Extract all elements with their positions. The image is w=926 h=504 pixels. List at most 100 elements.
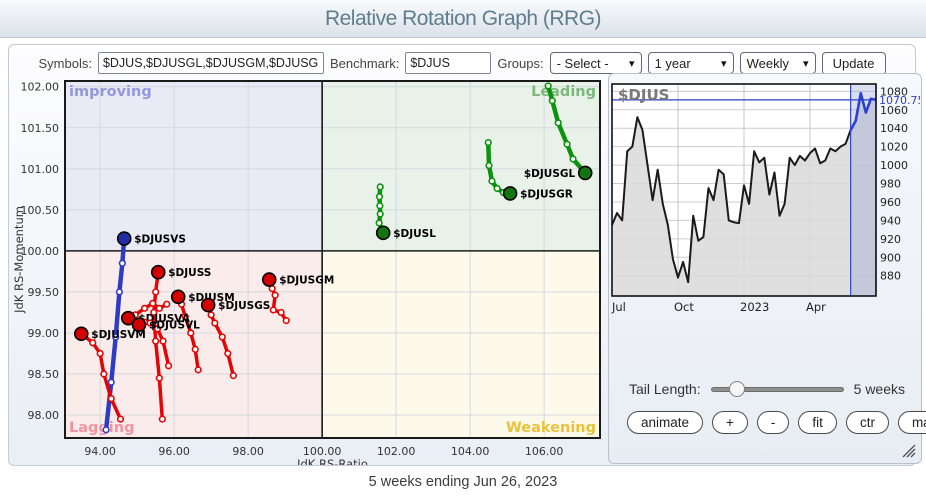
- y-tick-label: 100.50: [21, 204, 60, 217]
- head-dot-$DJUSGM[interactable]: [263, 273, 276, 286]
- period-select[interactable]: 1 year ▾: [648, 52, 734, 74]
- chevron-down-icon: ▾: [721, 57, 727, 70]
- head-dot-$DJUSGL[interactable]: [579, 166, 592, 179]
- x-axis-title: JdK RS-Ratio: [296, 457, 368, 465]
- rrg-plot[interactable]: improvingLeadingLaggingWeakening94.0096.…: [13, 75, 609, 465]
- head-dot-$DJUSVM[interactable]: [75, 327, 88, 340]
- resize-grip[interactable]: [901, 443, 916, 458]
- trail-dot: [272, 292, 278, 298]
- tail-length-row: Tail Length: 5 weeks: [629, 379, 905, 399]
- trail-dot: [157, 375, 163, 381]
- price-x-tick: Jul: [611, 300, 626, 314]
- head-dot-$DJUSVS[interactable]: [118, 232, 131, 245]
- head-dot-$DJUSGR[interactable]: [504, 187, 517, 200]
- zoom-in-button[interactable]: +: [712, 411, 748, 434]
- symbol-label-$DJUSGR: $DJUSGR: [520, 188, 573, 200]
- quadrant-weakening: [322, 251, 600, 438]
- price-x-tick: 2023: [740, 300, 769, 314]
- center-button[interactable]: ctr: [846, 411, 889, 434]
- chevron-down-icon: ▾: [629, 57, 635, 70]
- groups-label: Groups:: [497, 56, 543, 71]
- head-dot-$DJUSM[interactable]: [172, 290, 185, 303]
- trail-dot: [160, 338, 166, 344]
- quadrant-improving: [65, 81, 322, 251]
- y-tick-label: 99.50: [28, 286, 60, 299]
- trail-dot: [376, 220, 382, 226]
- zoom-out-button[interactable]: -: [757, 411, 790, 434]
- trail-dot: [142, 306, 148, 312]
- page-title: Relative Rotation Graph (RRG): [325, 0, 601, 38]
- trail-dot: [377, 211, 383, 217]
- page: Relative Rotation Graph (RRG) Symbols: B…: [0, 0, 926, 504]
- trail-dot: [195, 367, 201, 373]
- trail-dot: [153, 289, 159, 295]
- symbol-label-$DJUSGM: $DJUSGM: [279, 275, 334, 287]
- price-y-tick: 1020: [880, 141, 908, 154]
- fit-button[interactable]: fit: [798, 411, 837, 434]
- trail-dot: [153, 338, 159, 344]
- frequency-select-value: Weekly: [747, 56, 789, 71]
- app-titlebar: Relative Rotation Graph (RRG): [0, 0, 926, 38]
- rrg-chart[interactable]: improvingLeadingLaggingWeakening94.0096.…: [13, 75, 609, 465]
- symbol-label-$DJUSVM: $DJUSVM: [91, 329, 146, 341]
- symbol-label-$DJUSGL: $DJUSGL: [524, 168, 576, 180]
- trail-dot: [103, 427, 109, 433]
- update-button[interactable]: Update: [822, 52, 886, 75]
- tail-length-slider[interactable]: [711, 379, 844, 399]
- x-tick-label: 104.00: [451, 445, 490, 458]
- benchmark-input[interactable]: [405, 52, 491, 74]
- x-tick-label: 102.00: [377, 445, 416, 458]
- price-widget[interactable]: $DJUS88090092094096098010001020104010601…: [608, 73, 922, 464]
- symbols-label: Symbols:: [38, 56, 91, 71]
- groups-select[interactable]: - Select - ▾: [550, 52, 642, 74]
- trail-dot: [219, 334, 225, 340]
- tail-length-label: Tail Length:: [629, 381, 701, 397]
- trail-dot: [271, 307, 277, 313]
- symbol-label-$DJUSVL: $DJUSVL: [149, 320, 200, 332]
- quadrant-label-weakening: Weakening: [506, 420, 596, 436]
- head-dot-$DJUSS[interactable]: [152, 266, 165, 279]
- price-symbol-label: $DJUS: [618, 86, 669, 104]
- price-y-tick: 1000: [880, 159, 908, 172]
- price-plot[interactable]: $DJUS88090092094096098010001020104010601…: [610, 78, 920, 318]
- symbol-label-$DJUSGS: $DJUSGS: [218, 300, 270, 312]
- trail-dot: [231, 373, 237, 379]
- trail-dot: [485, 140, 491, 146]
- symbols-input[interactable]: [98, 52, 324, 74]
- x-tick-label: 96.00: [158, 445, 190, 458]
- trail-dot: [164, 301, 170, 307]
- price-y-tick: 960: [880, 196, 901, 209]
- quadrant-label-improving: improving: [69, 84, 152, 100]
- price-chart[interactable]: $DJUS88090092094096098010001020104010601…: [610, 78, 920, 323]
- trail-dot: [570, 156, 576, 162]
- animate-button[interactable]: animate: [627, 411, 703, 434]
- resize-grip-icon: [901, 443, 916, 458]
- trail-dot: [377, 184, 383, 190]
- head-dot-$DJUSGS[interactable]: [202, 299, 215, 312]
- frequency-select[interactable]: Weekly ▾: [740, 52, 816, 74]
- trail-dot: [166, 363, 172, 369]
- trail-dot: [157, 306, 163, 312]
- price-y-tick: 920: [880, 233, 901, 246]
- period-select-value: 1 year: [655, 56, 691, 71]
- max-button[interactable]: max: [898, 411, 926, 434]
- y-tick-label: 98.00: [28, 409, 60, 422]
- y-tick-label: 101.00: [21, 163, 60, 176]
- y-axis-title: JdK RS-Momentum: [13, 206, 26, 314]
- symbol-label-$DJUSS: $DJUSS: [168, 267, 211, 279]
- price-y-tick: 940: [880, 214, 901, 227]
- head-dot-$DJUSL[interactable]: [377, 226, 390, 239]
- trail-dot: [377, 203, 383, 209]
- trail-dot: [117, 289, 123, 295]
- chevron-down-icon: ▾: [803, 57, 809, 70]
- trail-dot: [150, 301, 156, 307]
- symbol-label-$DJUSL: $DJUSL: [393, 228, 436, 240]
- y-tick-label: 100.00: [21, 245, 60, 258]
- quadrant-label-leading: Leading: [531, 84, 596, 100]
- slider-handle[interactable]: [729, 381, 745, 397]
- quadrant-leading: [322, 81, 600, 251]
- trail-dot: [90, 340, 96, 346]
- trail-dot: [212, 320, 218, 326]
- price-y-tick: 980: [880, 178, 901, 191]
- trail-dot: [564, 141, 570, 147]
